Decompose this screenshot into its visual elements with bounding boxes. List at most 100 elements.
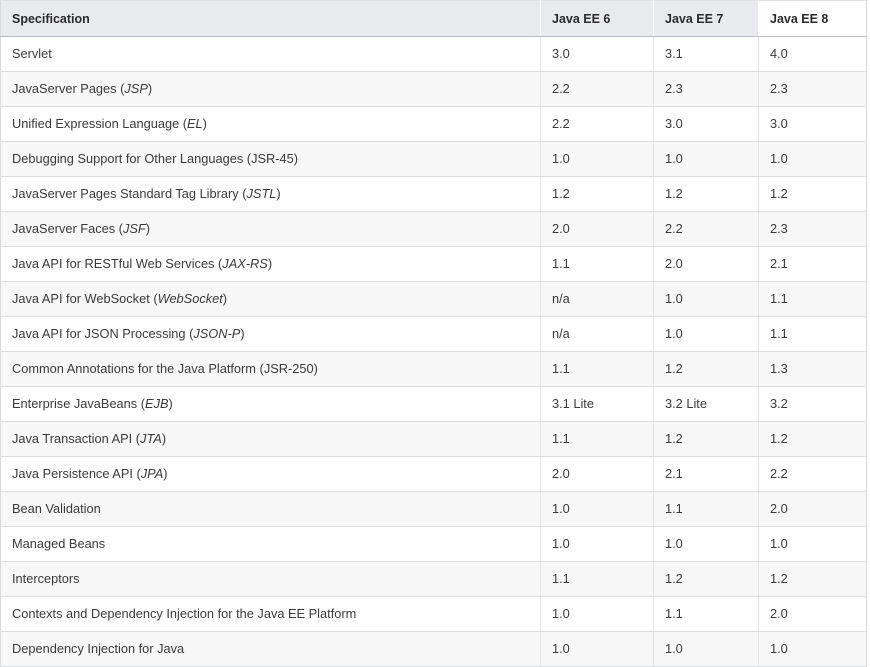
cell-java-ee-6: 1.1 bbox=[540, 421, 654, 457]
cell-java-ee-8: 3.0 bbox=[758, 106, 867, 142]
cell-java-ee-7: 2.3 bbox=[653, 71, 759, 107]
cell-java-ee-7: 1.0 bbox=[653, 526, 759, 562]
specification-name: Java API for JSON Processing bbox=[12, 326, 186, 341]
table-row: JavaServer Faces (JSF) 2.0 2.2 2.3 bbox=[0, 211, 867, 247]
cell-java-ee-6: 1.2 bbox=[540, 176, 654, 212]
cell-java-ee-7: 2.2 bbox=[653, 211, 759, 247]
cell-java-ee-6: 1.0 bbox=[540, 491, 654, 527]
table-row: Interceptors 1.1 1.2 1.2 bbox=[0, 561, 867, 597]
cell-java-ee-7: 3.2 Lite bbox=[653, 386, 759, 422]
specification-abbreviation: JTA bbox=[140, 431, 162, 446]
specification-abbreviation: JSON-P bbox=[193, 326, 241, 341]
specification-name: JavaServer Faces bbox=[12, 221, 116, 236]
cell-java-ee-7: 1.1 bbox=[653, 491, 759, 527]
table-header-row: Specification Java EE 6 Java EE 7 Java E… bbox=[0, 0, 867, 37]
cell-java-ee-7: 1.0 bbox=[653, 281, 759, 317]
specification-abbreviation: JSR-45 bbox=[251, 151, 294, 166]
table-header: Specification Java EE 6 Java EE 7 Java E… bbox=[0, 0, 867, 37]
cell-specification: Bean Validation bbox=[0, 491, 541, 527]
specification-name: JavaServer Pages bbox=[12, 81, 117, 96]
column-header-specification[interactable]: Specification bbox=[0, 0, 541, 37]
specification-name: Java Transaction API bbox=[12, 431, 133, 446]
specification-name: Bean Validation bbox=[12, 501, 101, 516]
cell-java-ee-7: 1.0 bbox=[653, 631, 759, 667]
cell-java-ee-8: 1.3 bbox=[758, 351, 867, 387]
cell-java-ee-8: 1.2 bbox=[758, 176, 867, 212]
specification-abbreviation: JSTL bbox=[246, 186, 277, 201]
cell-specification: Java API for RESTful Web Services (JAX-R… bbox=[0, 246, 541, 282]
cell-java-ee-6: 3.1 Lite bbox=[540, 386, 654, 422]
cell-specification: Enterprise JavaBeans (EJB) bbox=[0, 386, 541, 422]
cell-java-ee-6: 2.2 bbox=[540, 106, 654, 142]
cell-java-ee-7: 3.0 bbox=[653, 106, 759, 142]
cell-java-ee-6: 1.0 bbox=[540, 596, 654, 632]
cell-specification: JavaServer Faces (JSF) bbox=[0, 211, 541, 247]
specification-name: Interceptors bbox=[12, 571, 80, 586]
table-row: Debugging Support for Other Languages (J… bbox=[0, 141, 867, 177]
cell-java-ee-8: 2.2 bbox=[758, 456, 867, 492]
cell-java-ee-8: 1.1 bbox=[758, 281, 867, 317]
table-row: Java Transaction API (JTA) 1.1 1.2 1.2 bbox=[0, 421, 867, 457]
table-row: Unified Expression Language (EL) 2.2 3.0 3.… bbox=[0, 106, 867, 142]
cell-java-ee-7: 1.2 bbox=[653, 421, 759, 457]
spec-table-container: Specification Java EE 6 Java EE 7 Java E… bbox=[0, 0, 867, 667]
cell-java-ee-6: 2.0 bbox=[540, 211, 654, 247]
cell-java-ee-6: 3.0 bbox=[540, 36, 654, 72]
cell-java-ee-6: 1.0 bbox=[540, 631, 654, 667]
cell-specification: Java API for WebSocket (WebSocket) bbox=[0, 281, 541, 317]
specification-name: Contexts and Dependency Injection for th… bbox=[12, 606, 357, 621]
cell-specification: Dependency Injection for Java bbox=[0, 631, 541, 667]
cell-java-ee-8: 2.3 bbox=[758, 211, 867, 247]
table-row: Enterprise JavaBeans (EJB) 3.1 Lite 3.2 Li… bbox=[0, 386, 867, 422]
cell-java-ee-6: 1.0 bbox=[540, 141, 654, 177]
cell-java-ee-6: 1.0 bbox=[540, 526, 654, 562]
cell-specification: Servlet bbox=[0, 36, 541, 72]
cell-java-ee-8: 2.0 bbox=[758, 491, 867, 527]
table-row: Bean Validation 1.0 1.1 2.0 bbox=[0, 491, 867, 527]
cell-java-ee-6: 2.2 bbox=[540, 71, 654, 107]
specification-name: Unified Expression Language bbox=[12, 116, 180, 131]
specification-abbreviation: JSF bbox=[122, 221, 146, 236]
cell-java-ee-8: 1.1 bbox=[758, 316, 867, 352]
specification-name: Java API for WebSocket bbox=[12, 291, 150, 306]
table-row: JavaServer Pages Standard Tag Library (J… bbox=[0, 176, 867, 212]
table-row: Dependency Injection for Java 1.0 1.0 1.0 bbox=[0, 631, 867, 667]
cell-java-ee-6: n/a bbox=[540, 281, 654, 317]
cell-java-ee-6: 2.0 bbox=[540, 456, 654, 492]
cell-specification: Common Annotations for the Java Platform… bbox=[0, 351, 541, 387]
specification-name: Java API for RESTful Web Services bbox=[12, 256, 215, 271]
table-row: Common Annotations for the Java Platform… bbox=[0, 351, 867, 387]
specification-name: JavaServer Pages Standard Tag Library bbox=[12, 186, 239, 201]
specification-abbreviation: JSP bbox=[124, 81, 148, 96]
table-row: Managed Beans 1.0 1.0 1.0 bbox=[0, 526, 867, 562]
table-row: Contexts and Dependency Injection for th… bbox=[0, 596, 867, 632]
cell-java-ee-8: 1.0 bbox=[758, 141, 867, 177]
cell-java-ee-6: 1.1 bbox=[540, 246, 654, 282]
table-row: Java Persistence API (JPA) 2.0 2.1 2.2 bbox=[0, 456, 867, 492]
cell-specification: Unified Expression Language (EL) bbox=[0, 106, 541, 142]
table-row: Java API for RESTful Web Services (JAX-R… bbox=[0, 246, 867, 282]
cell-java-ee-7: 1.2 bbox=[653, 561, 759, 597]
cell-java-ee-8: 4.0 bbox=[758, 36, 867, 72]
cell-java-ee-6: 1.1 bbox=[540, 351, 654, 387]
cell-specification: JavaServer Pages Standard Tag Library (J… bbox=[0, 176, 541, 212]
cell-specification: Interceptors bbox=[0, 561, 541, 597]
specification-name: Common Annotations for the Java Platform bbox=[12, 361, 256, 376]
table-body: Servlet 3.0 3.1 4.0 JavaServer Pages (JSP) 2.… bbox=[0, 36, 867, 667]
column-header-java-ee-7[interactable]: Java EE 7 bbox=[653, 0, 759, 37]
table-row: Java API for JSON Processing (JSON-P) n/a… bbox=[0, 316, 867, 352]
cell-java-ee-7: 2.0 bbox=[653, 246, 759, 282]
cell-java-ee-8: 2.3 bbox=[758, 71, 867, 107]
table-row: JavaServer Pages (JSP) 2.2 2.3 2.3 bbox=[0, 71, 867, 107]
specification-abbreviation: JPA bbox=[140, 466, 164, 481]
cell-java-ee-8: 1.0 bbox=[758, 526, 867, 562]
cell-java-ee-7: 1.2 bbox=[653, 176, 759, 212]
cell-java-ee-7: 3.1 bbox=[653, 36, 759, 72]
cell-java-ee-8: 1.2 bbox=[758, 421, 867, 457]
cell-java-ee-7: 1.0 bbox=[653, 141, 759, 177]
column-header-java-ee-6[interactable]: Java EE 6 bbox=[540, 0, 654, 37]
column-header-java-ee-8[interactable]: Java EE 8 bbox=[758, 0, 867, 37]
cell-java-ee-7: 1.2 bbox=[653, 351, 759, 387]
cell-java-ee-7: 2.1 bbox=[653, 456, 759, 492]
specification-name: Managed Beans bbox=[12, 536, 106, 551]
